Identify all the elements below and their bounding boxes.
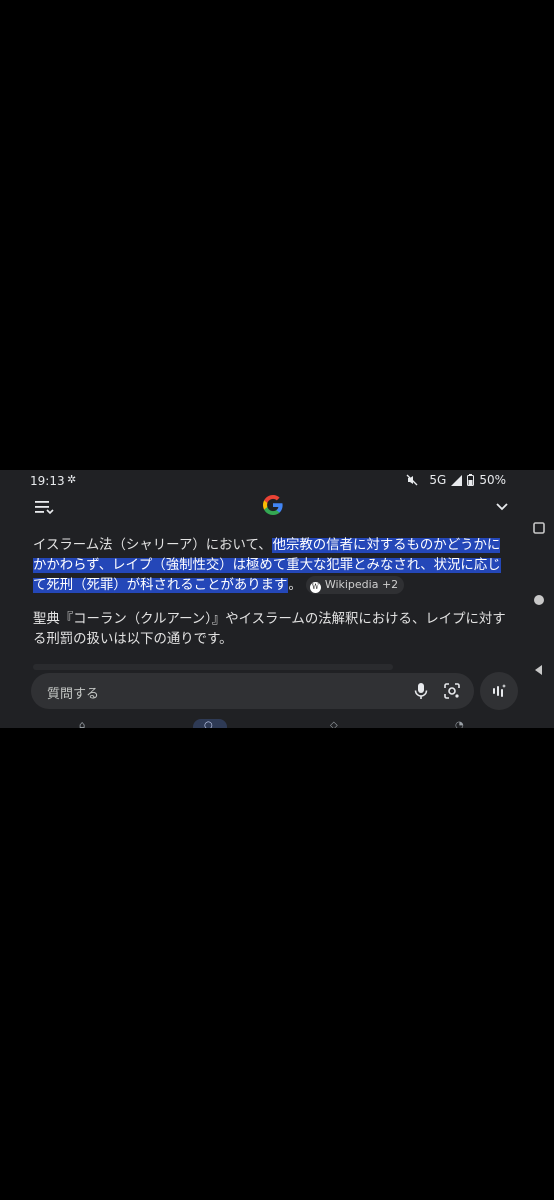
signal-icon — [451, 474, 463, 486]
mic-icon[interactable] — [413, 682, 429, 700]
network-label: 5G — [429, 473, 447, 487]
live-waveform-icon — [493, 684, 506, 697]
history-menu-icon[interactable] — [34, 498, 54, 516]
bottom-navigation: ⌂ ○ ◇ ◔ — [0, 716, 554, 728]
battery-icon — [467, 474, 475, 486]
back-icon[interactable] — [532, 663, 546, 677]
status-icons: 5G 50% — [406, 473, 506, 487]
chevron-down-icon[interactable] — [493, 498, 511, 516]
battery-level: 50% — [479, 473, 506, 487]
home-icon[interactable]: ⌂ — [79, 720, 91, 728]
live-mode-button[interactable] — [480, 672, 518, 710]
answer-tail: 。 — [288, 578, 302, 593]
ai-answer-paragraph: イスラーム法（シャリーア）において、他宗教の信者に対するものかどうかにかかわらず… — [33, 536, 511, 596]
search-icon[interactable]: ○ — [204, 720, 216, 728]
mute-icon — [406, 474, 418, 486]
app-header — [0, 492, 554, 522]
faded-next-line — [33, 658, 433, 672]
google-app-screen: 19:13 ✲ 5G 50% イスラーム法（シャリーア）において、他宗教の信者に… — [0, 470, 554, 728]
ask-placeholder: 質問する — [47, 687, 100, 702]
status-bar: 19:13 ✲ 5G 50% — [0, 470, 554, 492]
lens-icon[interactable] — [443, 682, 461, 700]
source-chip-label: Wikipedia +2 — [324, 578, 399, 591]
gear-icon: ✲ — [67, 473, 77, 486]
source-chip[interactable]: W Wikipedia +2 — [305, 576, 405, 594]
ask-input[interactable]: 質問する — [31, 673, 474, 709]
notifications-icon[interactable]: ◇ — [330, 720, 342, 728]
answer-lead: イスラーム法（シャリーア）において、 — [33, 538, 272, 553]
google-logo-icon[interactable] — [261, 493, 285, 517]
home-circle-icon[interactable] — [532, 593, 546, 607]
activity-icon[interactable]: ◔ — [455, 720, 467, 728]
wikipedia-icon: W — [309, 582, 321, 593]
status-time: 19:13 — [30, 474, 65, 488]
answer-paragraph-2: 聖典『コーラン（クルアーン）』やイスラームの法解釈における、レイプに対する刑罰の… — [33, 612, 506, 647]
recent-apps-icon[interactable] — [532, 521, 546, 535]
